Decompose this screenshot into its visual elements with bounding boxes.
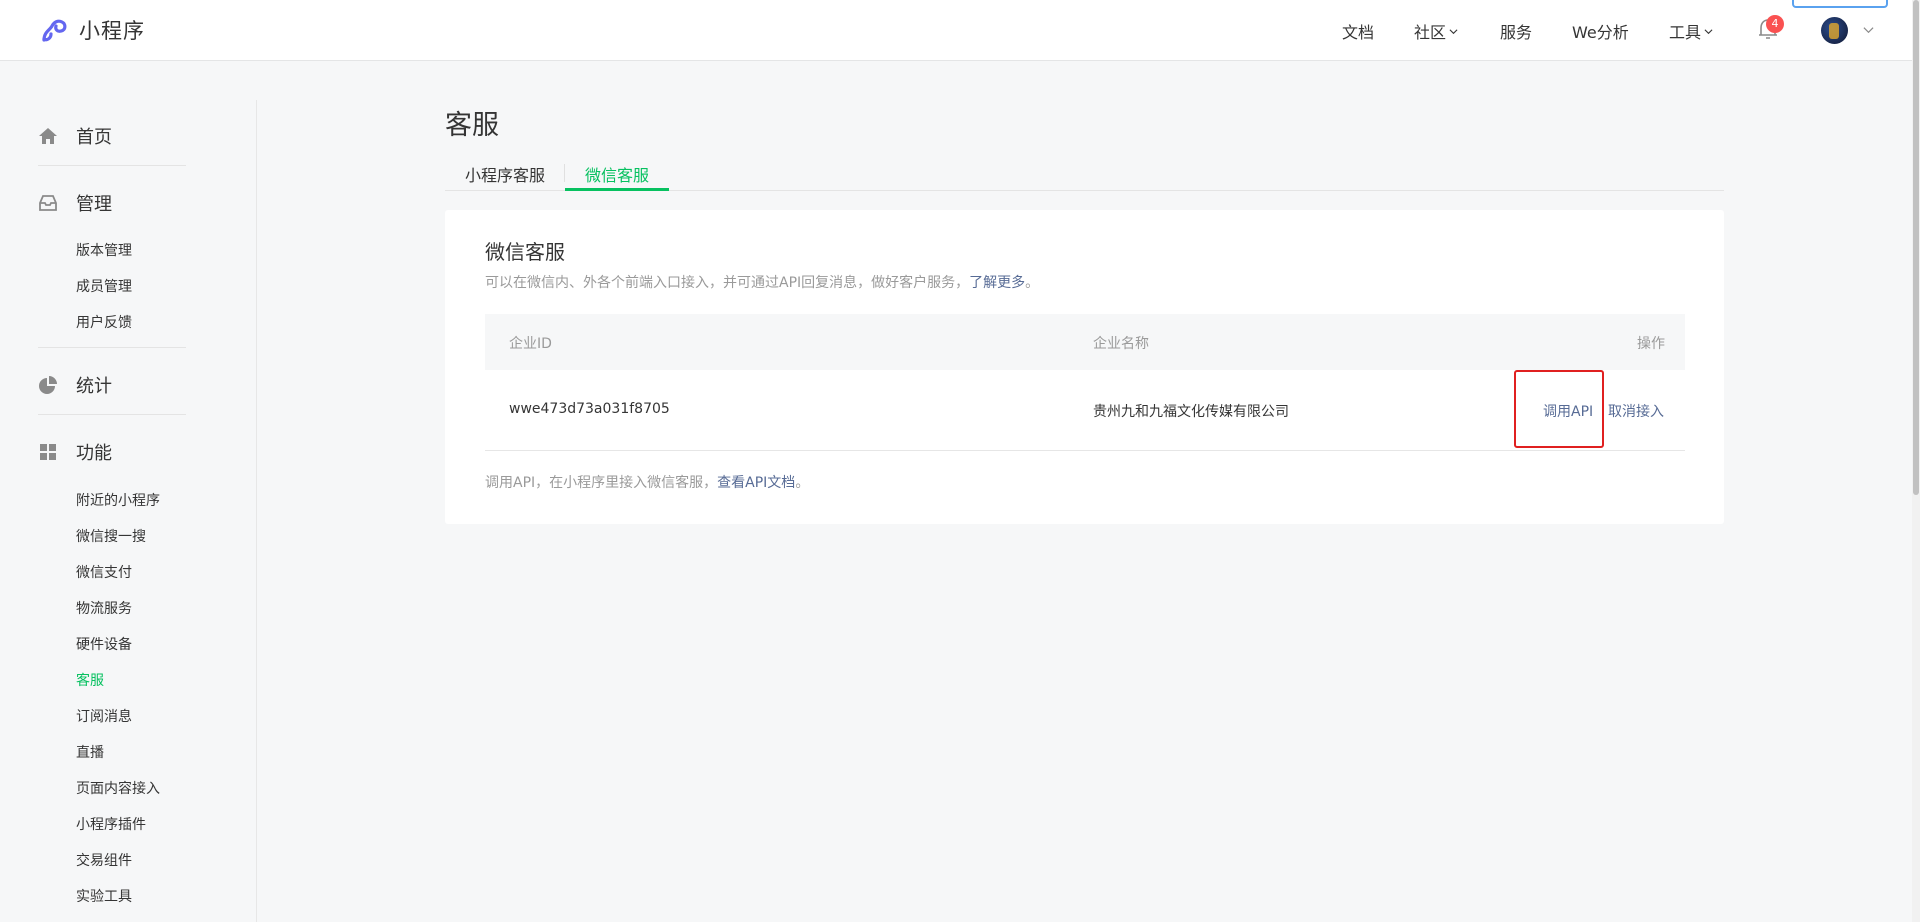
sidebar-section-manage[interactable]: 管理 — [38, 190, 112, 216]
sidebar-item-live[interactable]: 直播 — [76, 742, 104, 762]
sidebar-item-pay[interactable]: 微信支付 — [76, 562, 132, 582]
nav-docs[interactable]: 文档 — [1342, 19, 1374, 43]
chevron-down-icon — [1449, 28, 1458, 34]
pie-chart-icon — [39, 376, 57, 394]
call-api-link[interactable]: 调用API — [1543, 401, 1593, 421]
active-tab-indicator — [565, 188, 669, 191]
page-title: 客服 — [445, 110, 499, 141]
logo[interactable]: 小程序 — [38, 14, 145, 46]
sidebar-item-hardware[interactable]: 硬件设备 — [76, 634, 132, 654]
sidebar-section-stats[interactable]: 统计 — [38, 372, 112, 398]
nav-tools[interactable]: 工具 — [1669, 19, 1713, 43]
sidebar-section-home[interactable]: 首页 — [38, 123, 112, 149]
miniprogram-logo-icon — [42, 19, 67, 42]
cancel-access-link[interactable]: 取消接入 — [1608, 401, 1664, 421]
wechat-cs-card: 微信客服 可以在微信内、外各个前端入口接入，并可通过API回复消息，做好客户服务… — [445, 210, 1724, 524]
table-header: 企业ID 企业名称 操作 — [485, 314, 1685, 370]
chevron-down-icon[interactable] — [1863, 24, 1874, 35]
notification-badge: 4 — [1766, 15, 1784, 33]
api-docs-link[interactable]: 查看API文档 — [717, 475, 795, 491]
card-description-text: 可以在微信内、外各个前端入口接入，并可通过API回复消息，做好客户服务， — [485, 275, 970, 291]
sidebar-divider — [38, 165, 186, 166]
sidebar-section-features[interactable]: 功能 — [38, 439, 112, 465]
sidebar-item-search[interactable]: 微信搜一搜 — [76, 526, 146, 546]
nav-tools-label: 工具 — [1669, 23, 1702, 42]
sidebar-item-subscribe[interactable]: 订阅消息 — [76, 706, 132, 726]
nav-we-analysis[interactable]: We分析 — [1572, 19, 1629, 43]
nav-services[interactable]: 服务 — [1500, 19, 1532, 43]
sidebar-item-logistics[interactable]: 物流服务 — [76, 598, 132, 618]
table-row: wwe473d73a031f8705 贵州九和九福文化传媒有限公司 调用API … — [485, 370, 1685, 451]
tab-miniprogram-cs[interactable]: 小程序客服 — [465, 162, 545, 186]
enterprise-name: 贵州九和九福文化传媒有限公司 — [1093, 404, 1289, 420]
card-footer-text: 调用API，在小程序里接入微信客服， — [485, 475, 718, 491]
nav-community[interactable]: 社区 — [1414, 19, 1458, 43]
page-scrollbar[interactable] — [1912, 0, 1920, 922]
inbox-icon — [39, 195, 57, 211]
nav-community-label: 社区 — [1414, 23, 1447, 42]
column-header-name: 企业名称 — [1093, 336, 1149, 352]
sidebar-item-plugins[interactable]: 小程序插件 — [76, 814, 146, 834]
learn-more-link[interactable]: 了解更多 — [969, 275, 1025, 291]
sidebar-section-label: 统计 — [76, 376, 112, 397]
tab-separator — [564, 164, 565, 182]
sidebar-item-version[interactable]: 版本管理 — [76, 240, 132, 260]
nav-docs-label: 文档 — [1342, 23, 1375, 42]
sidebar-item-page-content[interactable]: 页面内容接入 — [76, 778, 160, 798]
scrollbar-thumb[interactable] — [1913, 0, 1919, 495]
tab-bar: 小程序客服 微信客服 — [445, 158, 1724, 191]
column-header-op: 操作 — [1637, 336, 1665, 352]
card-footer: 调用API，在小程序里接入微信客服，查看API文档。 — [485, 472, 809, 492]
card-description: 可以在微信内、外各个前端入口接入，并可通过API回复消息，做好客户服务，了解更多… — [485, 272, 1039, 292]
sidebar-item-customer-service[interactable]: 客服 — [76, 670, 104, 690]
card-description-end: 。 — [1025, 275, 1040, 291]
avatar[interactable] — [1821, 17, 1848, 44]
card-title: 微信客服 — [485, 240, 565, 264]
sidebar-item-nearby[interactable]: 附近的小程序 — [76, 490, 160, 510]
sidebar-divider — [38, 347, 186, 348]
tab-wechat-cs[interactable]: 微信客服 — [585, 162, 649, 186]
sidebar-section-label: 首页 — [76, 127, 112, 148]
sidebar-divider — [38, 414, 186, 415]
sidebar-item-members[interactable]: 成员管理 — [76, 276, 132, 296]
column-header-id: 企业ID — [509, 336, 552, 352]
sidebar-item-feedback[interactable]: 用户反馈 — [76, 312, 132, 332]
sidebar: 首页 管理 版本管理 成员管理 用户反馈 统计 功能 附近的小程序 微信搜一搜 … — [0, 100, 257, 922]
sidebar-item-trade[interactable]: 交易组件 — [76, 850, 132, 870]
grid-icon — [40, 444, 56, 460]
app-name: 小程序 — [79, 19, 145, 43]
nav-services-label: 服务 — [1500, 23, 1533, 42]
chevron-down-icon — [1704, 28, 1713, 34]
sidebar-section-label: 功能 — [76, 443, 112, 464]
card-footer-end: 。 — [795, 475, 810, 491]
nav-we-analysis-label: We分析 — [1572, 23, 1629, 42]
sidebar-item-lab[interactable]: 实验工具 — [76, 886, 132, 906]
sidebar-section-label: 管理 — [76, 194, 112, 215]
top-right-button[interactable] — [1792, 0, 1888, 8]
top-header: 小程序 文档 社区 服务 We分析 工具 4 — [0, 0, 1912, 61]
home-icon — [39, 128, 57, 144]
enterprise-id: wwe473d73a031f8705 — [509, 401, 670, 417]
